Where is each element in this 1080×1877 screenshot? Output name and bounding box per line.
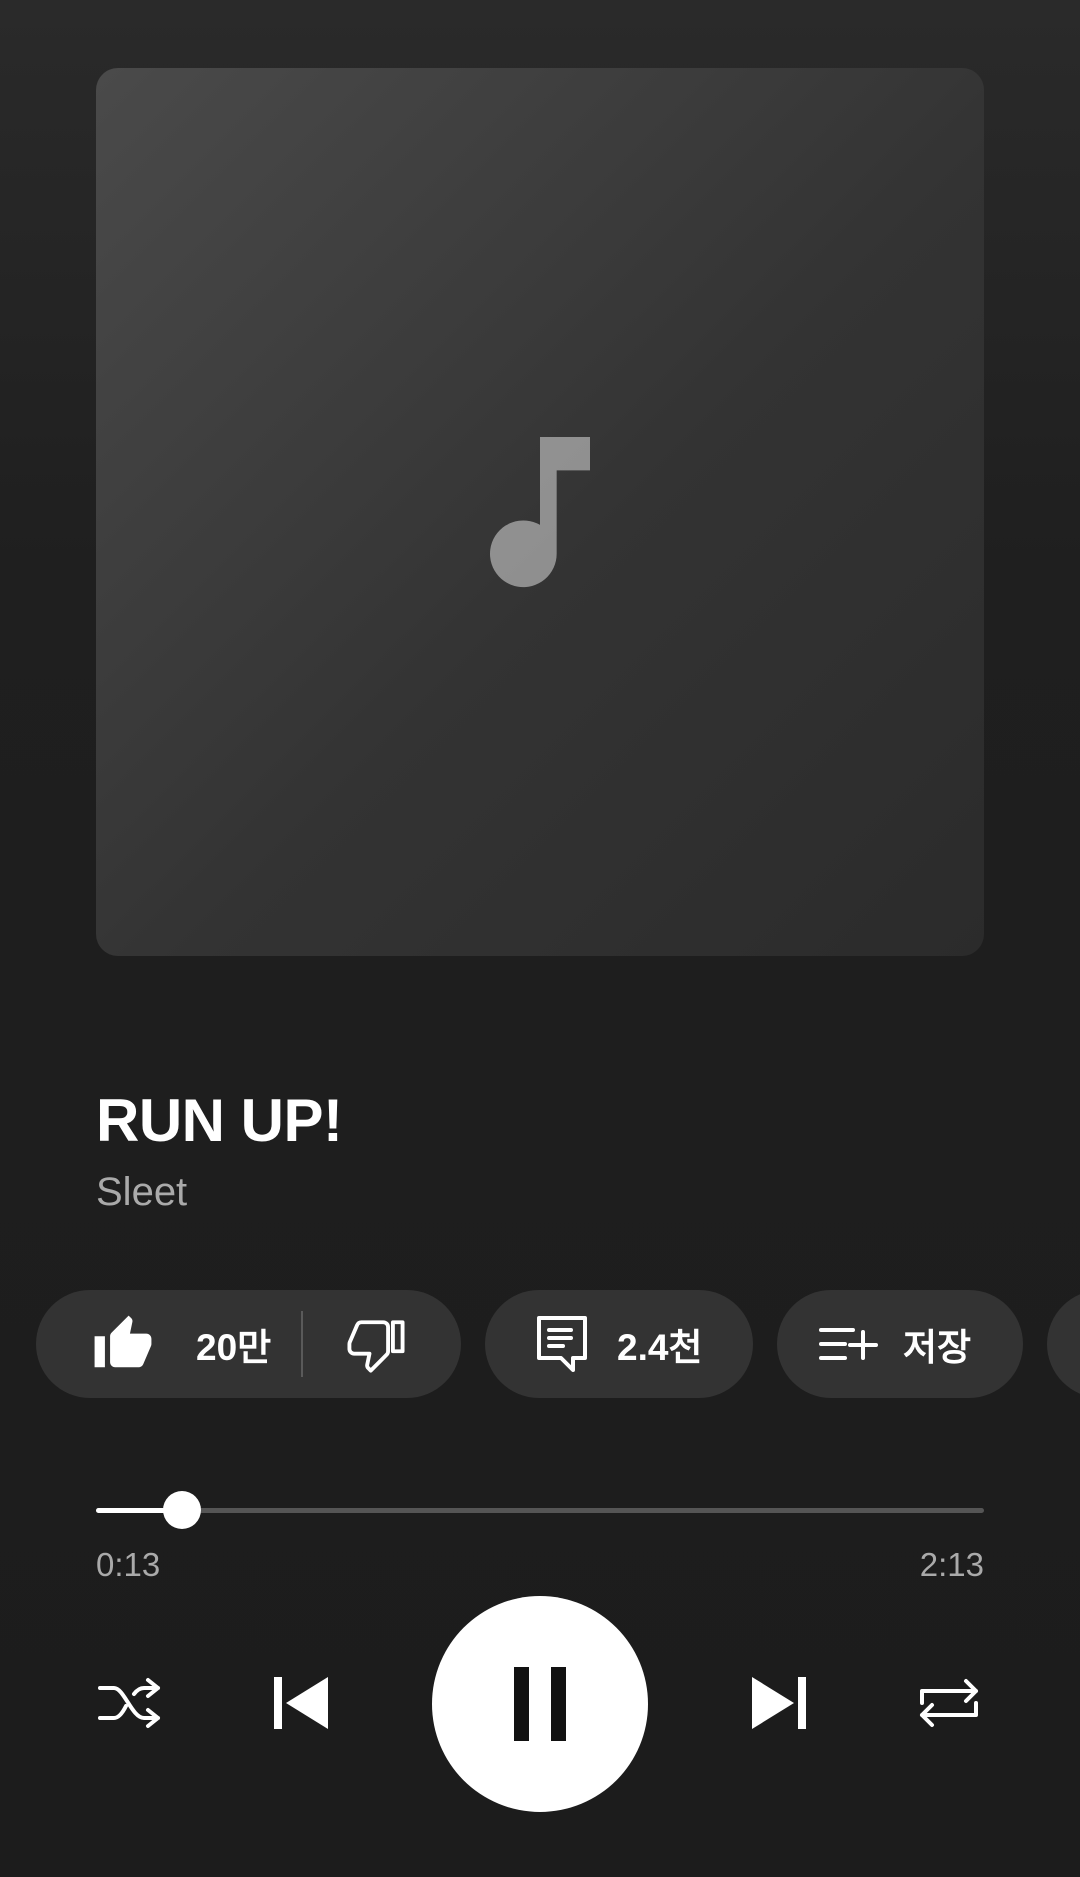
action-chip-row: 20만 2.4천 저장 xyxy=(36,1290,1080,1398)
shuffle-button[interactable] xyxy=(96,1668,166,1738)
pause-icon xyxy=(514,1667,566,1741)
like-count[interactable]: 20만 xyxy=(196,1317,271,1371)
comment-count: 2.4천 xyxy=(617,1327,703,1368)
thumbs-down-icon[interactable] xyxy=(347,1315,405,1373)
track-artist[interactable]: Sleet xyxy=(96,1170,187,1215)
current-time: 0:13 xyxy=(96,1546,161,1583)
next-button[interactable] xyxy=(744,1666,814,1740)
previous-button[interactable] xyxy=(266,1666,336,1740)
shuffle-icon xyxy=(98,1678,160,1728)
save-chip[interactable]: 저장 xyxy=(777,1290,1023,1398)
album-artwork-placeholder xyxy=(96,68,984,956)
like-dislike-chip: 20만 xyxy=(36,1290,461,1398)
music-player: RUN UP! Sleet 20만 2.4천 저장 0:13 2:13 xyxy=(0,0,1080,1877)
progress-track[interactable] xyxy=(96,1491,984,1529)
skip-next-icon xyxy=(752,1677,806,1729)
comments-chip[interactable]: 2.4천 xyxy=(485,1290,753,1398)
track-title: RUN UP! xyxy=(96,1087,343,1154)
progress-thumb[interactable] xyxy=(163,1491,202,1529)
skip-previous-icon xyxy=(274,1677,328,1729)
repeat-icon xyxy=(920,1679,978,1727)
repeat-button[interactable] xyxy=(914,1668,984,1738)
comment-icon xyxy=(535,1314,589,1374)
thumbs-up-icon[interactable] xyxy=(92,1313,154,1375)
add-to-playlist-icon xyxy=(819,1324,881,1364)
total-time: 2:13 xyxy=(919,1546,984,1583)
save-label: 저장 xyxy=(903,1327,972,1368)
pause-button[interactable] xyxy=(432,1596,648,1812)
music-note-icon xyxy=(490,437,590,588)
more-actions-chip[interactable] xyxy=(1047,1290,1080,1398)
chip-divider xyxy=(301,1311,304,1377)
